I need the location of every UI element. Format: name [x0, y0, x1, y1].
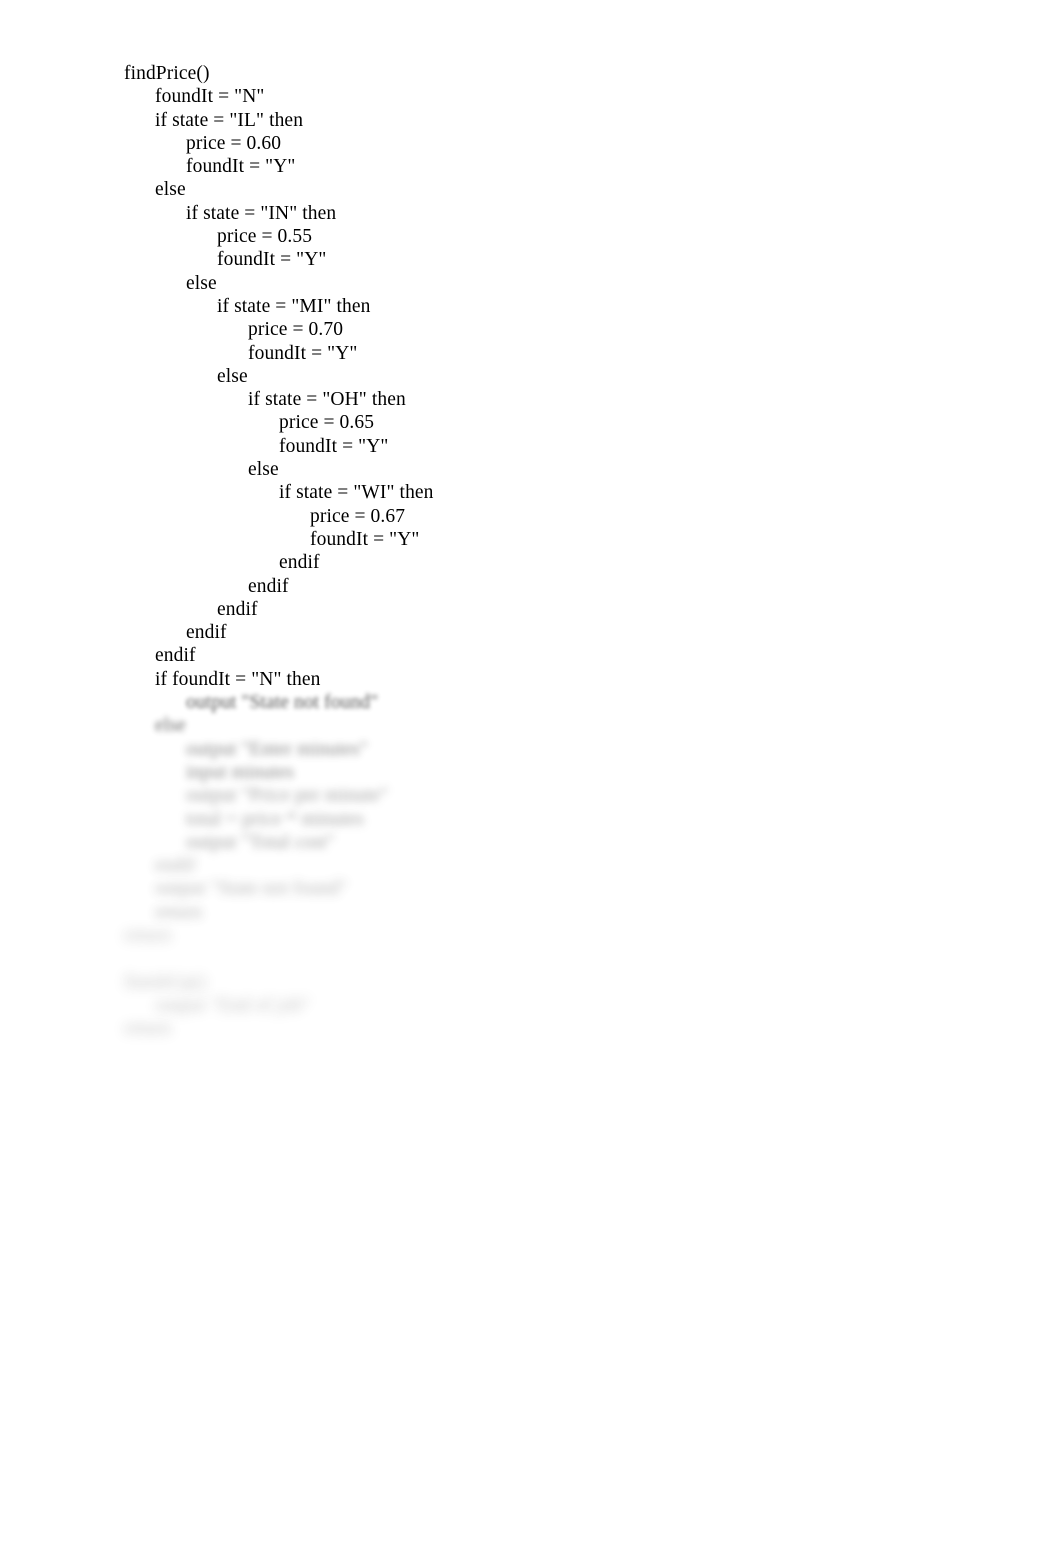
code-line: foundIt = "Y"	[310, 528, 420, 550]
code-line: else	[155, 179, 186, 201]
code-line-redacted: output "End of job"	[155, 994, 310, 1016]
code-line-redacted: output "State not found"	[155, 878, 348, 900]
code-line: foundIt = "Y"	[248, 342, 358, 364]
code-line: if state = "OH" then	[248, 389, 406, 411]
code-line-redacted: finishUp()	[124, 971, 207, 993]
code-line: foundIt = "Y"	[217, 249, 327, 271]
code-line-redacted: output "Price per minute"	[186, 785, 389, 807]
code-line-redacted: output "Total cost"	[186, 831, 335, 853]
code-line: price = 0.67	[310, 505, 406, 527]
document-page: findPrice() foundIt = "N" if state = "IL…	[0, 0, 1062, 1561]
code-line: findPrice()	[124, 63, 210, 84]
code-line-redacted: total = price * minutes	[186, 808, 364, 830]
code-line-redacted	[124, 947, 1004, 970]
code-line-redacted: input minutes	[186, 761, 295, 783]
code-line: price = 0.60	[186, 132, 282, 154]
code-line: if state = "WI" then	[279, 482, 434, 504]
code-line: endif	[217, 598, 258, 620]
code-line: endif	[155, 645, 196, 667]
code-line: foundIt = "Y"	[279, 435, 389, 457]
code-line: else	[186, 272, 217, 294]
code-line-redacted: else	[155, 715, 186, 737]
code-line: if state = "IN" then	[186, 202, 337, 224]
pseudocode-listing: findPrice() foundIt = "N" if state = "IL…	[124, 62, 1004, 1040]
code-line-redacted: endif	[155, 855, 196, 877]
code-line: endif	[248, 575, 289, 597]
code-line: foundIt = "N"	[155, 86, 265, 108]
code-line: foundIt = "Y"	[186, 156, 296, 178]
code-line: endif	[186, 622, 227, 644]
code-line: price = 0.70	[248, 319, 344, 341]
code-line-redacted: output "Enter minutes"	[186, 738, 368, 760]
code-line: if state = "MI" then	[217, 295, 371, 317]
code-line: endif	[279, 552, 320, 574]
code-line: if state = "IL" then	[155, 109, 304, 131]
code-line-redacted: return	[124, 1018, 172, 1040]
code-line: if foundIt = "N" then	[155, 668, 321, 690]
code-line: else	[217, 365, 248, 387]
code-line-redacted: return	[124, 924, 172, 946]
code-line: price = 0.65	[279, 412, 375, 434]
code-line: price = 0.55	[217, 226, 313, 248]
code-line: else	[248, 459, 279, 481]
code-line-redacted: return	[155, 901, 203, 923]
code-line-redacted: output "State not found"	[186, 692, 379, 714]
